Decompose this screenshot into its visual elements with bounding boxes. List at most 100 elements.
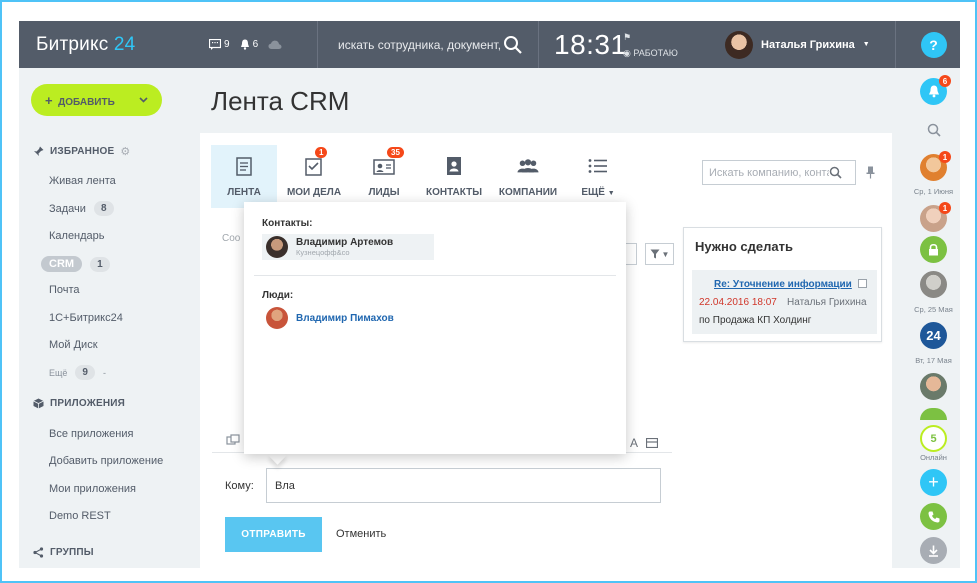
- tab-contacts[interactable]: КОНТАКТЫ: [417, 145, 491, 208]
- sidebar-item-label: 1С+Битрикс24: [49, 312, 123, 324]
- sidebar-item-feed[interactable]: Живая лента: [49, 175, 116, 187]
- recipients-input[interactable]: [275, 479, 645, 492]
- phone-icon: [928, 511, 939, 522]
- rail-chat-avatar-4[interactable]: [920, 373, 947, 400]
- rail-bitrix24-chat[interactable]: 24: [920, 322, 947, 349]
- sidebar-item-tasks[interactable]: Задачи 8: [49, 201, 114, 216]
- sidebar-item-crm[interactable]: CRM 1: [41, 256, 110, 272]
- suggestion-person[interactable]: Владимир Пимахов: [262, 305, 398, 331]
- rail-chat-avatar-1[interactable]: 1: [920, 151, 951, 181]
- filter-button[interactable]: ▼: [645, 243, 674, 265]
- notifications-count: 6: [252, 39, 259, 50]
- sidebar-item-my-drive[interactable]: Мой Диск: [49, 339, 98, 351]
- add-button-label: ДОБАВИТЬ: [58, 96, 115, 108]
- sidebar-item-label: Мои приложения: [49, 483, 137, 495]
- attach-file-icon[interactable]: [226, 434, 240, 445]
- search-icon[interactable]: [503, 35, 523, 55]
- cube-icon: [33, 398, 44, 409]
- apps-title: ПРИЛОЖЕНИЯ: [50, 398, 126, 409]
- bell-icon: [928, 85, 939, 98]
- rail-date-3: Вт, 17 Мая: [915, 356, 952, 365]
- help-button[interactable]: ?: [920, 31, 947, 58]
- rail-chat-avatar-2[interactable]: 1: [920, 202, 951, 232]
- tab-label: ЛИДЫ: [368, 187, 400, 198]
- tab-feed[interactable]: ЛЕНТА: [211, 145, 277, 208]
- rail-notifications-button[interactable]: 6: [920, 75, 951, 105]
- todo-title: Нужно сделать: [695, 239, 793, 254]
- pin-panel-icon[interactable]: [866, 166, 875, 184]
- user-menu[interactable]: Наталья Грихина ▼: [711, 21, 896, 68]
- rail-chat-badge: 1: [939, 202, 951, 214]
- tab-my-activities[interactable]: 1 МОИ ДЕЛА: [277, 145, 351, 208]
- list-icon: [587, 155, 609, 177]
- crm-search: [702, 160, 856, 185]
- sidebar-item-label: Demo REST: [49, 510, 111, 522]
- rail-online-counter[interactable]: 5: [920, 425, 947, 452]
- todo-panel: Нужно сделать Re: Уточнение информации 2…: [683, 227, 882, 342]
- rail-add-button[interactable]: +: [920, 469, 947, 496]
- sidebar-item-demo-rest[interactable]: Demo REST: [49, 510, 111, 522]
- tab-leads[interactable]: 35 ЛИДЫ: [351, 145, 417, 208]
- tab-more[interactable]: ЕЩЁ ▼: [565, 145, 631, 208]
- rail-lock-chat-partial[interactable]: [920, 408, 947, 420]
- person-avatar: [266, 307, 288, 329]
- search-icon[interactable]: [829, 166, 842, 179]
- rail-download-button[interactable]: [920, 537, 947, 564]
- send-button[interactable]: ОТПРАВИТЬ: [225, 517, 322, 552]
- rail-date-1: Ср, 1 Июня: [913, 187, 954, 196]
- font-format-icon[interactable]: A: [630, 436, 638, 450]
- search-icon: [927, 123, 941, 137]
- rail-call-button[interactable]: [920, 503, 947, 530]
- tab-companies[interactable]: КОМПАНИИ: [491, 145, 565, 208]
- share-icon: [33, 547, 44, 558]
- sidebar-item-calendar[interactable]: Календарь: [49, 230, 105, 242]
- sidebar-item-all-apps[interactable]: Все приложения: [49, 428, 133, 440]
- caret-down-icon: ▼: [661, 249, 670, 259]
- notifications-counter[interactable]: 6: [240, 39, 259, 50]
- panel-icon[interactable]: [646, 438, 659, 448]
- rail-search-button[interactable]: [920, 116, 947, 143]
- leads-badge: 35: [387, 147, 404, 158]
- dash-icon: -: [102, 367, 106, 378]
- sidebar-item-mail[interactable]: Почта: [49, 284, 80, 296]
- sidebar-item-1c-bitrix[interactable]: 1С+Битрикс24: [49, 312, 123, 324]
- editor-toolbar-right: A: [630, 436, 659, 450]
- counters: 9 6: [209, 39, 317, 50]
- sidebar-more[interactable]: Ещё 9-: [49, 365, 106, 380]
- sidebar-item-my-apps[interactable]: Мои приложения: [49, 483, 136, 495]
- sidebar-item-add-app[interactable]: Добавить приложение: [49, 455, 163, 467]
- apps-section[interactable]: ПРИЛОЖЕНИЯ: [33, 398, 125, 409]
- clock[interactable]: 18:31: [539, 29, 626, 61]
- plus-icon: +: [45, 92, 53, 108]
- rail-online-label: Онлайн: [920, 453, 947, 462]
- suggestion-contact[interactable]: Владимир Артемов Кузнецофф&со: [262, 234, 434, 260]
- favorites-section[interactable]: ИЗБРАННОЕ ⚙: [33, 145, 130, 158]
- sidebar-item-label: Мой Диск: [49, 339, 98, 351]
- popup-contacts-title: Контакты:: [262, 218, 313, 229]
- logo-number: 24: [113, 33, 136, 55]
- logo[interactable]: Битрикс 24: [19, 34, 209, 56]
- global-search-input[interactable]: [338, 37, 503, 52]
- tasks-count-badge: 8: [93, 201, 114, 216]
- todo-date: 22.04.2016 18:07: [699, 297, 777, 308]
- groups-section[interactable]: ГРУППЫ: [33, 547, 94, 558]
- message-field-label: Соо: [222, 233, 241, 244]
- flag-icon: ⚑: [623, 31, 632, 42]
- todo-responsible: Наталья Грихина: [787, 297, 867, 308]
- cloud-icon[interactable]: [268, 40, 282, 50]
- rail-chat-avatar-3[interactable]: [920, 271, 947, 298]
- rail-lock-chat[interactable]: [920, 236, 947, 263]
- chevron-down-icon: [139, 97, 148, 103]
- settings-gear-icon[interactable]: ⚙: [120, 145, 130, 158]
- messages-counter[interactable]: 9: [209, 39, 230, 50]
- todo-complete-checkbox[interactable]: [858, 279, 867, 288]
- todo-deal: по Продажа КП Холдинг: [699, 315, 812, 326]
- work-day-status[interactable]: ⚑ ◉ РАБОТАЮ: [619, 29, 711, 61]
- todo-subject-link[interactable]: Re: Уточнение информации: [714, 279, 852, 290]
- rail-notify-badge: 6: [939, 75, 951, 87]
- tab-label: МОИ ДЕЛА: [286, 187, 342, 198]
- tab-label: ЕЩЁ: [581, 187, 605, 198]
- crm-search-input[interactable]: [709, 166, 829, 179]
- cancel-button[interactable]: Отменить: [336, 528, 386, 540]
- add-button[interactable]: + ДОБАВИТЬ: [31, 84, 162, 116]
